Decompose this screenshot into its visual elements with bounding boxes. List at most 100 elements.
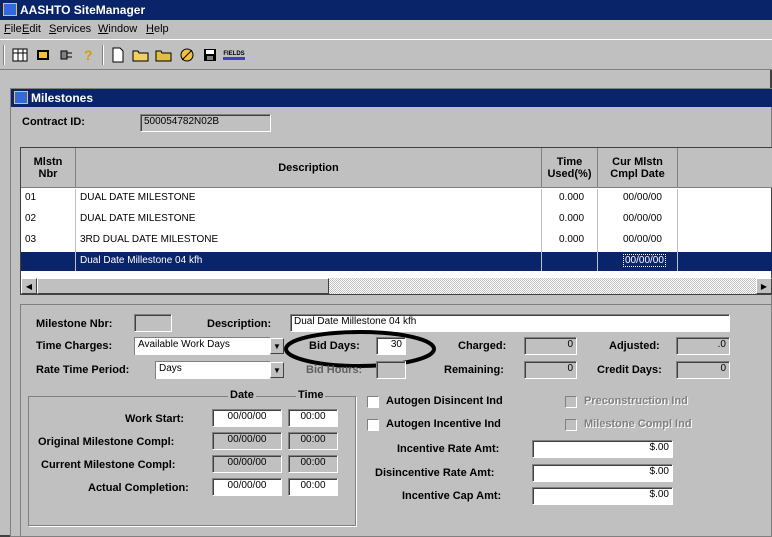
menu-file[interactable]: File (4, 23, 22, 35)
bid-hours-field (376, 361, 406, 379)
cell-description: DUAL DATE MILESTONE (80, 213, 196, 224)
charged-field: 0 (524, 337, 577, 355)
cell-time-used: 0.000 (559, 234, 585, 245)
open-icon[interactable] (131, 45, 151, 65)
fields-label: FIELDS (223, 51, 245, 60)
app-titlebar[interactable]: AASHTO SiteManager (0, 0, 772, 20)
window-icon (14, 91, 28, 104)
work-start-time[interactable]: 00:00 (288, 409, 338, 427)
orig-compl-label: Original Milestone Compl: (38, 436, 175, 448)
bid-hours-label: Bid Hours: (306, 364, 363, 376)
contract-id-field: 500054782N02B (140, 114, 271, 132)
app-title: AASHTO SiteManager (20, 3, 146, 17)
milestone-compl-checkbox (565, 419, 577, 431)
cell-date: 00/00/00 (623, 213, 662, 224)
table-row-selected[interactable]: Dual Date Millestone 04 kfh 00/00/00 (21, 252, 772, 271)
toolbar-grip (3, 45, 5, 65)
cell-date: 00/00/00 (623, 192, 662, 203)
col-header-cmpl-date[interactable]: Cur Mlstn Cmpl Date (598, 148, 678, 188)
cell-nbr: 02 (25, 213, 37, 224)
folder-icon[interactable] (154, 45, 174, 65)
svg-text:?: ? (84, 47, 93, 63)
app-icon (3, 3, 17, 16)
autogen-disincent-checkbox[interactable] (367, 396, 379, 408)
cur-compl-time: 00:00 (288, 455, 338, 473)
horizontal-scrollbar[interactable]: ◀ ▶ (21, 278, 772, 294)
autogen-incentive-checkbox[interactable] (367, 419, 379, 431)
milestone-nbr-label: Milestone Nbr: (36, 318, 113, 330)
time-charges-label: Time Charges: (36, 340, 113, 352)
grid-line (541, 189, 542, 271)
cell-description: 3RD DUAL DATE MILESTONE (80, 234, 219, 245)
cell-nbr: 01 (25, 192, 37, 203)
open-folder-icon[interactable] (33, 45, 53, 65)
menu-edit[interactable]: Edit (22, 23, 41, 35)
grid-header: Mlstn Nbr Description Time Used(%) Cur M… (21, 148, 772, 188)
charged-label: Charged: (458, 340, 507, 352)
autogen-incentive-label: Autogen Incentive Ind (386, 418, 501, 430)
save-icon[interactable] (200, 45, 220, 65)
table-row[interactable]: 02 DUAL DATE MILESTONE 0.000 00/00/00 (21, 210, 772, 229)
new-document-icon[interactable] (108, 45, 128, 65)
menu-bar: File Edit Services Window Help (0, 20, 772, 39)
actual-compl-date[interactable]: 00/00/00 (212, 478, 282, 496)
actual-compl-time[interactable]: 00:00 (288, 478, 338, 496)
remaining-field: 0 (524, 361, 577, 379)
incentive-rate-field[interactable]: $.00 (532, 440, 673, 458)
remaining-label: Remaining: (444, 364, 504, 376)
scroll-right-icon[interactable]: ▶ (756, 278, 772, 294)
rate-period-select[interactable]: Days (155, 361, 270, 379)
scroll-thumb[interactable] (37, 278, 329, 294)
toolbar: ? FIELDS (0, 39, 772, 70)
col-header-description[interactable]: Description (76, 148, 542, 188)
wizard-icon[interactable] (177, 45, 197, 65)
credit-days-label: Credit Days: (597, 364, 662, 376)
menu-services[interactable]: Services (49, 23, 91, 35)
scroll-left-icon[interactable]: ◀ (21, 278, 37, 294)
grid-icon[interactable] (10, 45, 30, 65)
col-header-time-used[interactable]: Time Used(%) (542, 148, 598, 188)
actual-compl-label: Actual Completion: (88, 482, 189, 494)
grid-line (677, 189, 678, 271)
incentive-rate-label: Incentive Rate Amt: (397, 443, 500, 455)
disincentive-rate-label: Disincentive Rate Amt: (375, 467, 495, 479)
plug-icon[interactable] (56, 45, 76, 65)
time-charges-select[interactable]: Available Work Days (134, 337, 270, 355)
description-label: Description: (207, 318, 272, 330)
milestones-titlebar[interactable]: Milestones (11, 89, 772, 107)
chevron-down-icon[interactable]: ▼ (270, 362, 284, 378)
table-row[interactable]: 03 3RD DUAL DATE MILESTONE 0.000 00/00/0… (21, 231, 772, 250)
cell-description: DUAL DATE MILESTONE (80, 192, 196, 203)
orig-compl-time: 00:00 (288, 432, 338, 450)
toolbar-separator (102, 45, 104, 65)
adjusted-label: Adjusted: (609, 340, 660, 352)
work-start-label: Work Start: (125, 413, 185, 425)
fields-icon[interactable]: FIELDS (222, 45, 246, 65)
rate-period-label: Rate Time Period: (36, 364, 130, 376)
milestone-compl-label: Milestone Compl Ind (584, 418, 692, 430)
adjusted-field: .0 (676, 337, 730, 355)
contract-id-label: Contract ID: (22, 116, 85, 128)
autogen-disincent-label: Autogen Disincent Ind (386, 395, 503, 407)
time-header: Time (296, 389, 326, 401)
grid-line (597, 189, 598, 271)
preconstruction-label: Preconstruction Ind (584, 395, 688, 407)
window-title: Milestones (31, 91, 94, 105)
cur-compl-date: 00/00/00 (212, 455, 282, 473)
cell-date: 00/00/00 (623, 234, 662, 245)
cur-compl-label: Current Milestone Compl: (41, 459, 176, 471)
scroll-track[interactable] (329, 278, 756, 294)
date-header: Date (228, 389, 256, 401)
table-row[interactable]: 01 DUAL DATE MILESTONE 0.000 00/00/00 (21, 189, 772, 208)
col-header-nbr[interactable]: Mlstn Nbr (21, 148, 76, 188)
incentive-cap-field[interactable]: $.00 (532, 487, 673, 505)
preconstruction-checkbox (565, 396, 577, 408)
menu-help[interactable]: Help (146, 23, 169, 35)
cell-time-used: 0.000 (559, 192, 585, 203)
grid-line (75, 189, 76, 271)
incentive-cap-label: Incentive Cap Amt: (402, 490, 502, 502)
help-icon[interactable]: ? (79, 45, 99, 65)
work-start-date[interactable]: 00/00/00 (212, 409, 282, 427)
disincentive-rate-field[interactable]: $.00 (532, 464, 673, 482)
menu-window[interactable]: Window (98, 23, 137, 35)
